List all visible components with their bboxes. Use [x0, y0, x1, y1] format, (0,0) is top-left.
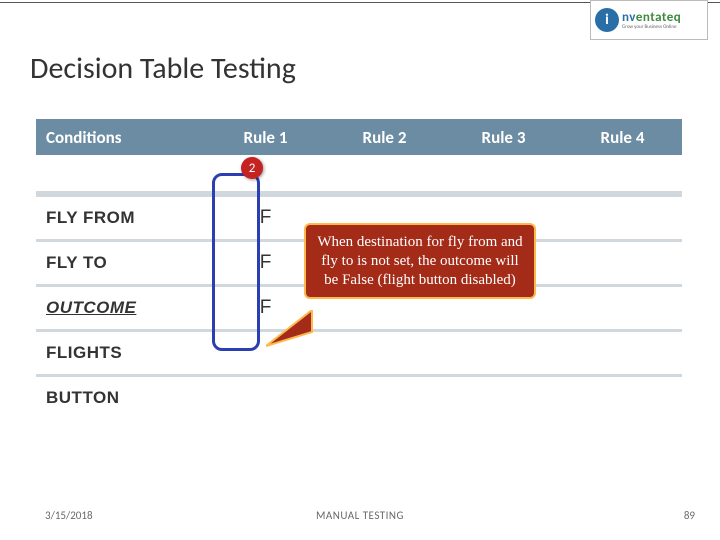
header-conditions: Conditions: [36, 127, 206, 148]
header-rule3: Rule 3: [444, 127, 563, 148]
header-rule2: Rule 2: [325, 127, 444, 148]
step-badge-2: 2: [241, 157, 263, 179]
label-flights: FLIGHTS: [36, 343, 206, 363]
footer-page-number: 89: [684, 509, 695, 522]
label-fly-to: FLY TO: [36, 253, 206, 273]
row-flights: FLIGHTS: [36, 332, 682, 374]
brand-logo: i nventateq Grow your Business Online: [590, 0, 708, 40]
label-button: BUTTON: [36, 388, 206, 408]
header-rule1: Rule 1: [206, 127, 325, 148]
logo-badge: i: [595, 8, 619, 32]
table-header: Conditions Rule 1 Rule 2 Rule 3 Rule 4: [36, 119, 682, 155]
label-fly-from: FLY FROM: [36, 208, 206, 228]
slide-title: Decision Table Testing: [30, 50, 296, 87]
label-outcome: OUTCOME: [36, 298, 206, 318]
logo-name: nventateq: [622, 11, 681, 24]
logo-tagline: Grow your Business Online: [622, 25, 681, 30]
row-button: BUTTON: [36, 377, 682, 419]
callout-box: When destination for fly from and fly to…: [304, 223, 536, 299]
header-rule4: Rule 4: [563, 127, 682, 148]
footer-center: MANUAL TESTING: [0, 509, 720, 522]
